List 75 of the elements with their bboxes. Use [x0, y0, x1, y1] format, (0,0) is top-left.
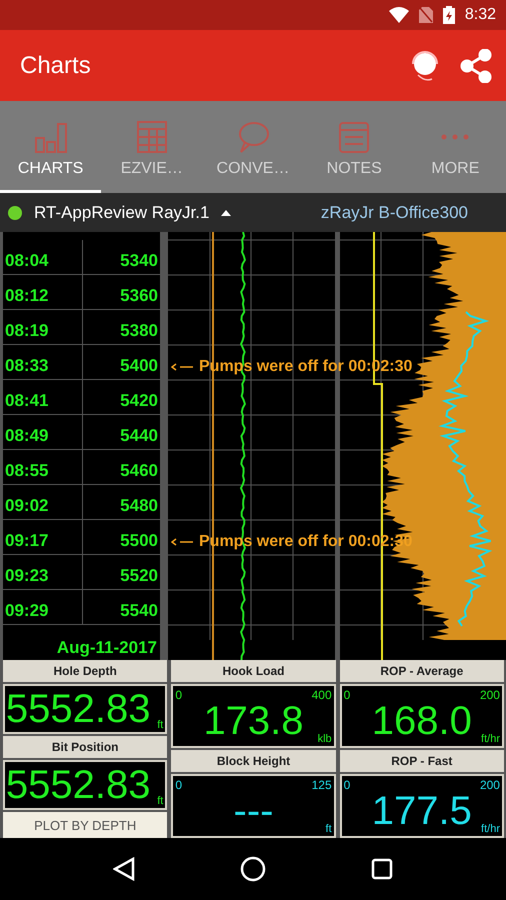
gauge-unit: ft: [157, 719, 164, 731]
gauge-unit: ft: [326, 823, 332, 835]
depth-label: 5460: [119, 461, 159, 482]
depth-label: 5380: [119, 321, 159, 342]
tab[interactable]: EZVIE…: [101, 101, 202, 193]
depth-label: 5440: [119, 426, 159, 447]
time-label: 09:17: [3, 520, 83, 554]
time-label: 08:33: [3, 345, 83, 379]
gauge-value: 177.5: [372, 791, 472, 831]
time-label: 08:04: [3, 240, 83, 274]
depth-label: 5520: [119, 566, 159, 587]
depth-label: 5480: [119, 496, 159, 517]
bar-chart-icon: [34, 120, 68, 154]
headset-icon[interactable]: [410, 48, 440, 82]
gauge-label: Bit Position: [3, 736, 168, 758]
gauge-min: 0: [344, 778, 350, 792]
notepad-icon: [337, 120, 372, 154]
back-icon[interactable]: [112, 857, 135, 881]
gauge-label: Block Height: [171, 750, 336, 772]
gauge-value: 5552.83: [6, 765, 150, 805]
gauge-unit: ft/hr: [481, 733, 500, 745]
depth-label: 5360: [119, 286, 159, 307]
time-label: 08:55: [3, 450, 83, 484]
status-dot: [8, 206, 22, 220]
gauge-value: ---: [234, 791, 274, 831]
depth-label: 5340: [119, 251, 159, 272]
gauge-unit: ft/hr: [481, 823, 500, 835]
gauge-min: 0: [175, 778, 182, 792]
depth-label: 5540: [119, 601, 159, 622]
gauge-label: Hook Load: [171, 660, 336, 682]
recents-icon[interactable]: [371, 858, 394, 880]
gauge-min: 0: [344, 688, 350, 702]
server-name: zRayJr B-Office300: [320, 202, 468, 222]
time-label: 08:12: [3, 275, 83, 309]
gauge-max: 125: [312, 778, 332, 792]
status-time: 8:32: [464, 6, 496, 24]
gauge-unit: klb: [318, 733, 332, 745]
plot-by-depth-button[interactable]: PLOT BY DEPTH: [3, 812, 168, 838]
depth-label: 5420: [119, 391, 159, 412]
well-name: RT-AppReview RayJr.1: [34, 202, 210, 222]
gauge-min: 0: [175, 688, 182, 702]
gauge-value: 173.8: [203, 701, 304, 741]
gauge-label: ROP - Average: [340, 660, 504, 682]
time-label: 08:49: [3, 415, 83, 449]
no-sim-icon: [418, 7, 433, 23]
share-icon[interactable]: [460, 48, 492, 82]
caret-icon[interactable]: [221, 210, 232, 216]
time-label: 08:41: [3, 380, 83, 414]
speech-bubble-icon: [236, 120, 270, 154]
gauge-unit: ft: [157, 795, 164, 807]
depth-label: 5500: [119, 531, 159, 552]
tab[interactable]: CONVE…: [202, 101, 304, 193]
wifi-icon: [388, 7, 409, 23]
battery-icon: [442, 6, 455, 24]
gauge-max: 200: [480, 688, 500, 702]
grid-icon: [134, 120, 169, 154]
gauge-label: Hole Depth: [3, 660, 168, 682]
leader-arrow: [171, 538, 193, 546]
gauge-label: ROP - Fast: [340, 750, 504, 772]
gauge-max: 200: [480, 778, 500, 792]
date-label: Aug-11-2017: [56, 638, 158, 659]
dots-icon: [441, 134, 470, 140]
home-icon[interactable]: [240, 856, 266, 882]
leader-arrow: [171, 363, 193, 371]
gauge-max: 400: [312, 688, 332, 702]
time-label: 08:19: [3, 310, 83, 344]
gauge-value: 5552.83: [6, 689, 150, 729]
depth-label: 5400: [119, 356, 159, 377]
gauge-value: 168.0: [372, 701, 472, 741]
time-label: 09:29: [3, 590, 83, 624]
app-title: Charts: [20, 52, 92, 80]
time-label: 09:02: [3, 485, 83, 519]
time-label: 09:23: [3, 555, 83, 589]
tab[interactable]: MORE: [404, 101, 506, 193]
tab[interactable]: NOTES: [304, 101, 405, 193]
